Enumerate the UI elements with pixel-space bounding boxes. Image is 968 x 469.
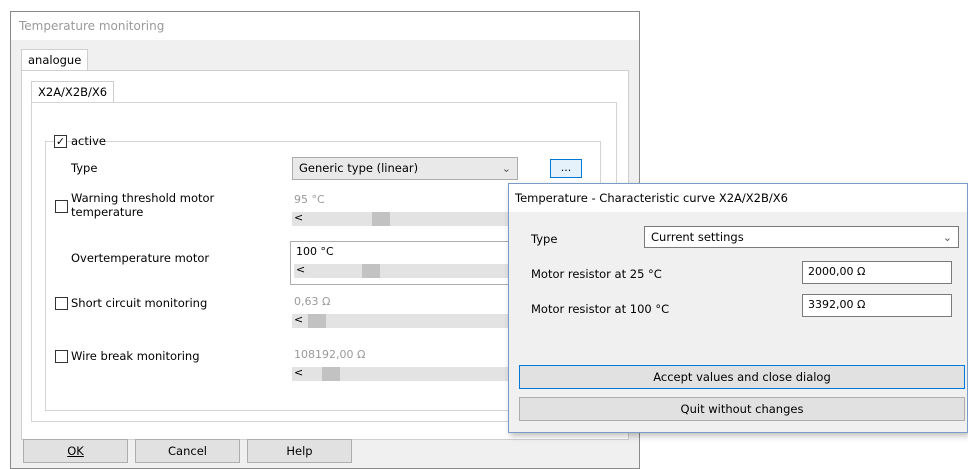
slider-thumb[interactable] — [362, 264, 380, 278]
wire-break-slider[interactable]: < — [292, 366, 512, 381]
accept-close-button[interactable]: Accept values and close dialog — [519, 365, 965, 389]
active-label: active — [71, 134, 106, 148]
short-circuit-label: Short circuit monitoring — [71, 296, 208, 310]
short-circuit-control: 0,63 Ω < — [292, 293, 532, 333]
slider-left-arrow-icon[interactable]: < — [294, 313, 303, 326]
dialog-type-label: Type — [531, 232, 558, 246]
characteristic-curve-button[interactable]: ... — [550, 159, 582, 178]
wire-break-label: Wire break monitoring — [71, 349, 200, 363]
dialog-type-select[interactable]: Current settings ⌄ — [644, 226, 959, 248]
title-bar: Temperature monitoring — [11, 12, 639, 40]
warning-threshold-label: Warning threshold motor temperature — [71, 191, 215, 219]
wire-break-control: 108192,00 Ω < — [292, 346, 532, 386]
dialog-type-value: Current settings — [651, 230, 744, 244]
help-button[interactable]: Help — [247, 439, 352, 463]
help-button-label: Help — [286, 444, 313, 458]
overtemperature-value[interactable]: 100 °C — [291, 242, 531, 260]
window-title: Temperature monitoring — [19, 19, 165, 33]
dialog-title-bar: Temperature - Characteristic curve X2A/X… — [509, 184, 967, 212]
slider-left-arrow-icon[interactable]: < — [296, 263, 305, 276]
ok-button-label: OK — [67, 444, 84, 458]
r25-input[interactable]: 2000,00 Ω — [802, 261, 952, 284]
dialog-title: Temperature - Characteristic curve X2A/X… — [515, 191, 788, 205]
wire-break-value[interactable]: 108192,00 Ω — [292, 346, 532, 364]
slider-left-arrow-icon[interactable]: < — [294, 366, 303, 379]
slider-thumb[interactable] — [308, 314, 326, 328]
slider-left-arrow-icon[interactable]: < — [294, 211, 303, 224]
cancel-button[interactable]: Cancel — [135, 439, 240, 463]
cancel-button-label: Cancel — [168, 444, 207, 458]
warning-threshold-slider[interactable]: < — [292, 211, 512, 226]
tab-x2a-x2b-x6[interactable]: X2A/X2B/X6 — [31, 81, 115, 102]
warning-threshold-value[interactable]: 95 °C — [292, 191, 532, 209]
type-label: Type — [71, 161, 98, 175]
r25-label: Motor resistor at 25 °C — [531, 267, 662, 281]
ok-button[interactable]: OK — [23, 439, 128, 463]
warning-threshold-checkbox[interactable] — [55, 200, 68, 213]
type-select-value: Generic type (linear) — [299, 161, 419, 175]
characteristic-curve-dialog: Temperature - Characteristic curve X2A/X… — [508, 183, 968, 433]
quit-without-changes-button[interactable]: Quit without changes — [519, 397, 965, 421]
short-circuit-slider[interactable]: < — [292, 313, 512, 328]
slider-thumb[interactable] — [322, 367, 340, 381]
chevron-down-icon: ⌄ — [942, 231, 952, 244]
r100-label: Motor resistor at 100 °C — [531, 302, 670, 316]
short-circuit-value[interactable]: 0,63 Ω — [292, 293, 532, 311]
r100-input[interactable]: 3392,00 Ω — [802, 294, 952, 317]
warning-threshold-control: 95 °C < — [292, 191, 532, 231]
slider-thumb[interactable] — [372, 212, 390, 226]
overtemperature-control: 100 °C < — [290, 241, 532, 285]
short-circuit-checkbox[interactable] — [55, 297, 68, 310]
overtemperature-label: Overtemperature motor — [71, 251, 210, 265]
wire-break-checkbox[interactable] — [55, 350, 68, 363]
chevron-down-icon: ⌄ — [501, 162, 511, 175]
active-checkbox-row[interactable]: ✓ active — [54, 133, 106, 149]
tab-analogue[interactable]: analogue — [21, 49, 89, 70]
active-checkbox[interactable]: ✓ — [54, 135, 67, 148]
type-select[interactable]: Generic type (linear) ⌄ — [292, 157, 518, 180]
overtemperature-slider[interactable]: < — [294, 263, 514, 278]
